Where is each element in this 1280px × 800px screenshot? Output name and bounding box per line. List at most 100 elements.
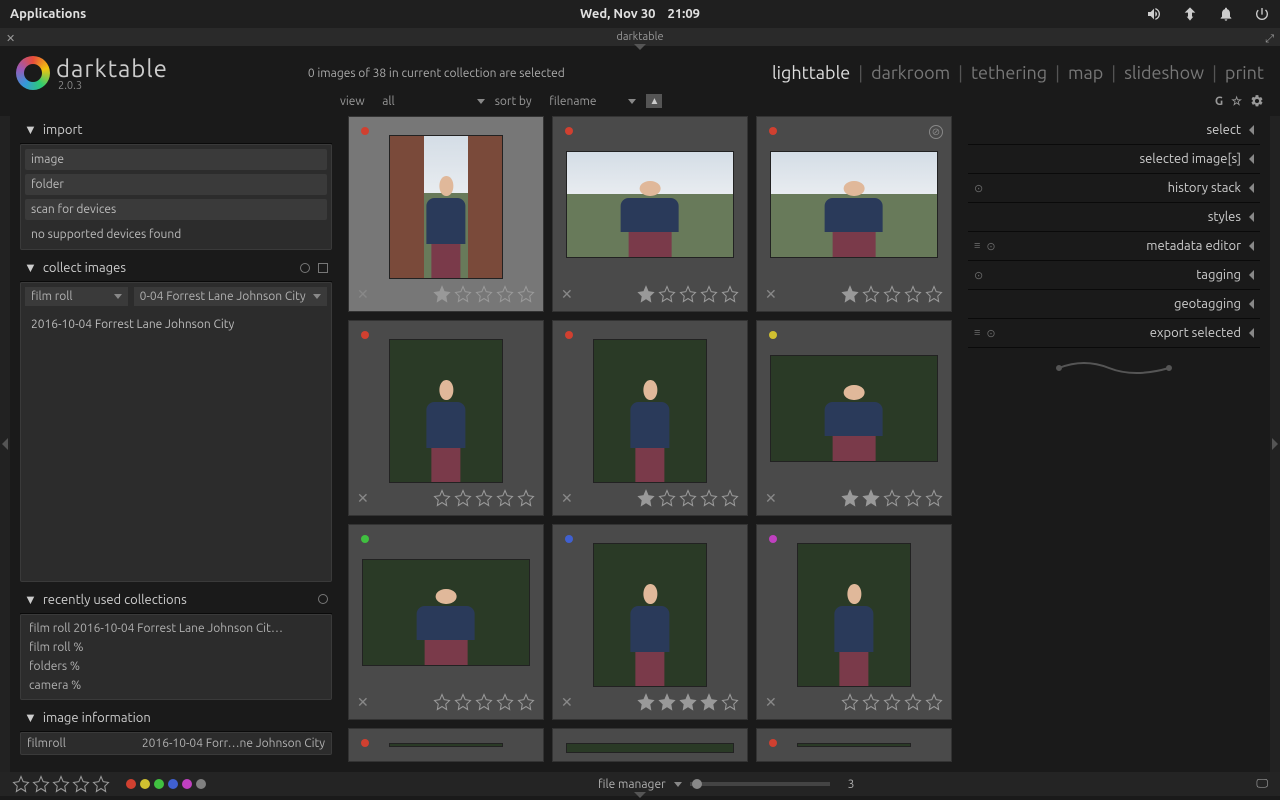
recent-item[interactable]: film roll 2016-10-04 Forrest Lane Johnso… bbox=[25, 619, 327, 638]
recent-item[interactable]: film roll % bbox=[25, 638, 327, 657]
star-rating[interactable] bbox=[925, 489, 943, 507]
star-rating[interactable] bbox=[883, 693, 901, 711]
star-rating[interactable] bbox=[883, 285, 901, 303]
view-slideshow[interactable]: slideshow bbox=[1124, 63, 1204, 83]
view-lighttable[interactable]: lighttable bbox=[772, 63, 850, 83]
star-rating[interactable] bbox=[433, 489, 451, 507]
star-rating[interactable] bbox=[904, 489, 922, 507]
view-print[interactable]: print bbox=[1225, 63, 1264, 83]
sort-dropdown[interactable]: sort by filename bbox=[495, 95, 637, 108]
color-label-green[interactable] bbox=[154, 779, 164, 789]
star-rating[interactable] bbox=[454, 693, 472, 711]
import-scan-button[interactable]: scan for devices bbox=[25, 199, 327, 220]
reject-button[interactable]: ✕ bbox=[765, 694, 777, 711]
thumbnail-image[interactable] bbox=[389, 743, 503, 747]
star-rating[interactable] bbox=[862, 693, 880, 711]
reject-button[interactable]: ✕ bbox=[357, 286, 369, 303]
rating-filter[interactable] bbox=[12, 775, 110, 793]
color-label-dot[interactable] bbox=[361, 739, 369, 747]
thumbnail[interactable]: ✕ bbox=[552, 524, 748, 720]
star-rating[interactable] bbox=[658, 489, 676, 507]
bottom-panel-toggle[interactable] bbox=[634, 792, 646, 798]
star-rating[interactable] bbox=[700, 489, 718, 507]
star-rating[interactable] bbox=[721, 693, 739, 711]
thumbnail-image[interactable] bbox=[797, 743, 911, 747]
zoom-slider[interactable] bbox=[690, 782, 830, 786]
star-rating[interactable] bbox=[454, 285, 472, 303]
module-collect-header[interactable]: ▼collect images bbox=[20, 254, 332, 282]
star-rating[interactable] bbox=[841, 489, 859, 507]
view-darkroom[interactable]: darkroom bbox=[871, 63, 950, 83]
grouping-toggle[interactable]: G bbox=[1215, 95, 1223, 108]
thumbnail[interactable]: ✕ bbox=[756, 524, 952, 720]
star-rating[interactable] bbox=[679, 693, 697, 711]
color-label-dot[interactable] bbox=[361, 535, 369, 543]
top-panel-toggle[interactable] bbox=[634, 44, 646, 50]
thumbnail-image[interactable] bbox=[770, 151, 937, 258]
thumbnail[interactable] bbox=[756, 728, 952, 762]
notifications-icon[interactable] bbox=[1218, 6, 1234, 22]
star-rating[interactable] bbox=[475, 693, 493, 711]
star-rating[interactable] bbox=[721, 285, 739, 303]
star-rating[interactable] bbox=[433, 693, 451, 711]
thumbnail-image[interactable] bbox=[770, 355, 937, 462]
thumbnail-image[interactable] bbox=[593, 543, 707, 687]
recent-preset-icon[interactable] bbox=[318, 594, 328, 604]
thumbnail-image[interactable] bbox=[362, 559, 529, 666]
left-panel-toggle[interactable] bbox=[0, 116, 10, 772]
module-select[interactable]: select bbox=[968, 116, 1260, 145]
recent-item[interactable]: camera % bbox=[25, 676, 327, 695]
star-rating[interactable] bbox=[496, 285, 514, 303]
window-maximize-icon[interactable]: ⤢ bbox=[1265, 30, 1274, 48]
star-rating[interactable] bbox=[637, 285, 655, 303]
star-rating[interactable] bbox=[496, 693, 514, 711]
star-rating[interactable] bbox=[883, 489, 901, 507]
window-close-icon[interactable]: ✕ bbox=[6, 30, 15, 48]
reject-button[interactable]: ✕ bbox=[765, 286, 777, 303]
color-label-dot[interactable] bbox=[769, 535, 777, 543]
module-styles[interactable]: styles bbox=[968, 203, 1260, 232]
star-rating[interactable] bbox=[841, 285, 859, 303]
color-label-magenta[interactable] bbox=[182, 779, 192, 789]
star-rating[interactable] bbox=[925, 285, 943, 303]
star-rating[interactable] bbox=[700, 693, 718, 711]
view-map[interactable]: map bbox=[1068, 63, 1103, 83]
module-history-stack[interactable]: ⊙history stack bbox=[968, 174, 1260, 203]
thumbnail[interactable]: ⊘ ✕ bbox=[756, 116, 952, 312]
star-rating[interactable] bbox=[904, 285, 922, 303]
star-rating[interactable] bbox=[841, 693, 859, 711]
color-label-blue[interactable] bbox=[168, 779, 178, 789]
star-rating[interactable] bbox=[721, 489, 739, 507]
star-rating[interactable] bbox=[658, 693, 676, 711]
star-rating[interactable] bbox=[517, 285, 535, 303]
star-rating[interactable] bbox=[679, 285, 697, 303]
star-rating[interactable] bbox=[925, 693, 943, 711]
star-rating[interactable] bbox=[862, 285, 880, 303]
volume-icon[interactable] bbox=[1146, 6, 1162, 22]
display-profile-icon[interactable]: 🖵 bbox=[1256, 777, 1268, 791]
import-folder-button[interactable]: folder bbox=[25, 174, 327, 195]
star-rating[interactable] bbox=[433, 285, 451, 303]
module-import-header[interactable]: ▼import bbox=[20, 116, 332, 144]
reject-button[interactable]: ✕ bbox=[561, 694, 573, 711]
module-geotagging[interactable]: geotagging bbox=[968, 290, 1260, 319]
power-icon[interactable] bbox=[1254, 6, 1270, 22]
star-rating[interactable] bbox=[700, 285, 718, 303]
group-icon[interactable]: ⊘ bbox=[929, 125, 943, 139]
collect-history-icon[interactable] bbox=[300, 263, 310, 273]
star-rating[interactable] bbox=[637, 489, 655, 507]
color-label-dot[interactable] bbox=[565, 535, 573, 543]
right-panel-toggle[interactable] bbox=[1270, 116, 1280, 772]
collect-preset-icon[interactable] bbox=[318, 263, 328, 273]
color-label-red[interactable] bbox=[126, 779, 136, 789]
applications-menu[interactable]: Applications bbox=[10, 7, 86, 21]
thumbnail[interactable]: ✕ bbox=[552, 116, 748, 312]
thumbnail[interactable] bbox=[348, 728, 544, 762]
star-rating[interactable] bbox=[658, 285, 676, 303]
star-rating[interactable] bbox=[637, 693, 655, 711]
color-label-dot[interactable] bbox=[361, 127, 369, 135]
network-icon[interactable] bbox=[1182, 6, 1198, 22]
star-rating[interactable] bbox=[904, 693, 922, 711]
color-label-dot[interactable] bbox=[565, 127, 573, 135]
reject-button[interactable]: ✕ bbox=[357, 490, 369, 507]
